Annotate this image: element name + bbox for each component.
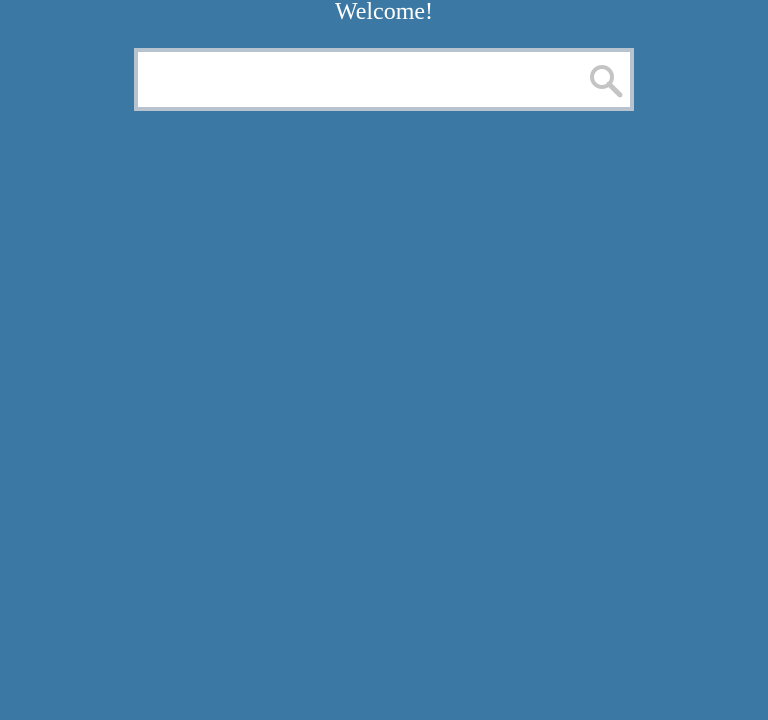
search-box — [134, 48, 634, 111]
page-title: Welcome! — [334, 0, 433, 25]
search-button[interactable] — [586, 61, 626, 101]
page: Welcome! — [0, 0, 768, 720]
search-input[interactable] — [138, 52, 578, 107]
search-icon — [590, 65, 623, 98]
